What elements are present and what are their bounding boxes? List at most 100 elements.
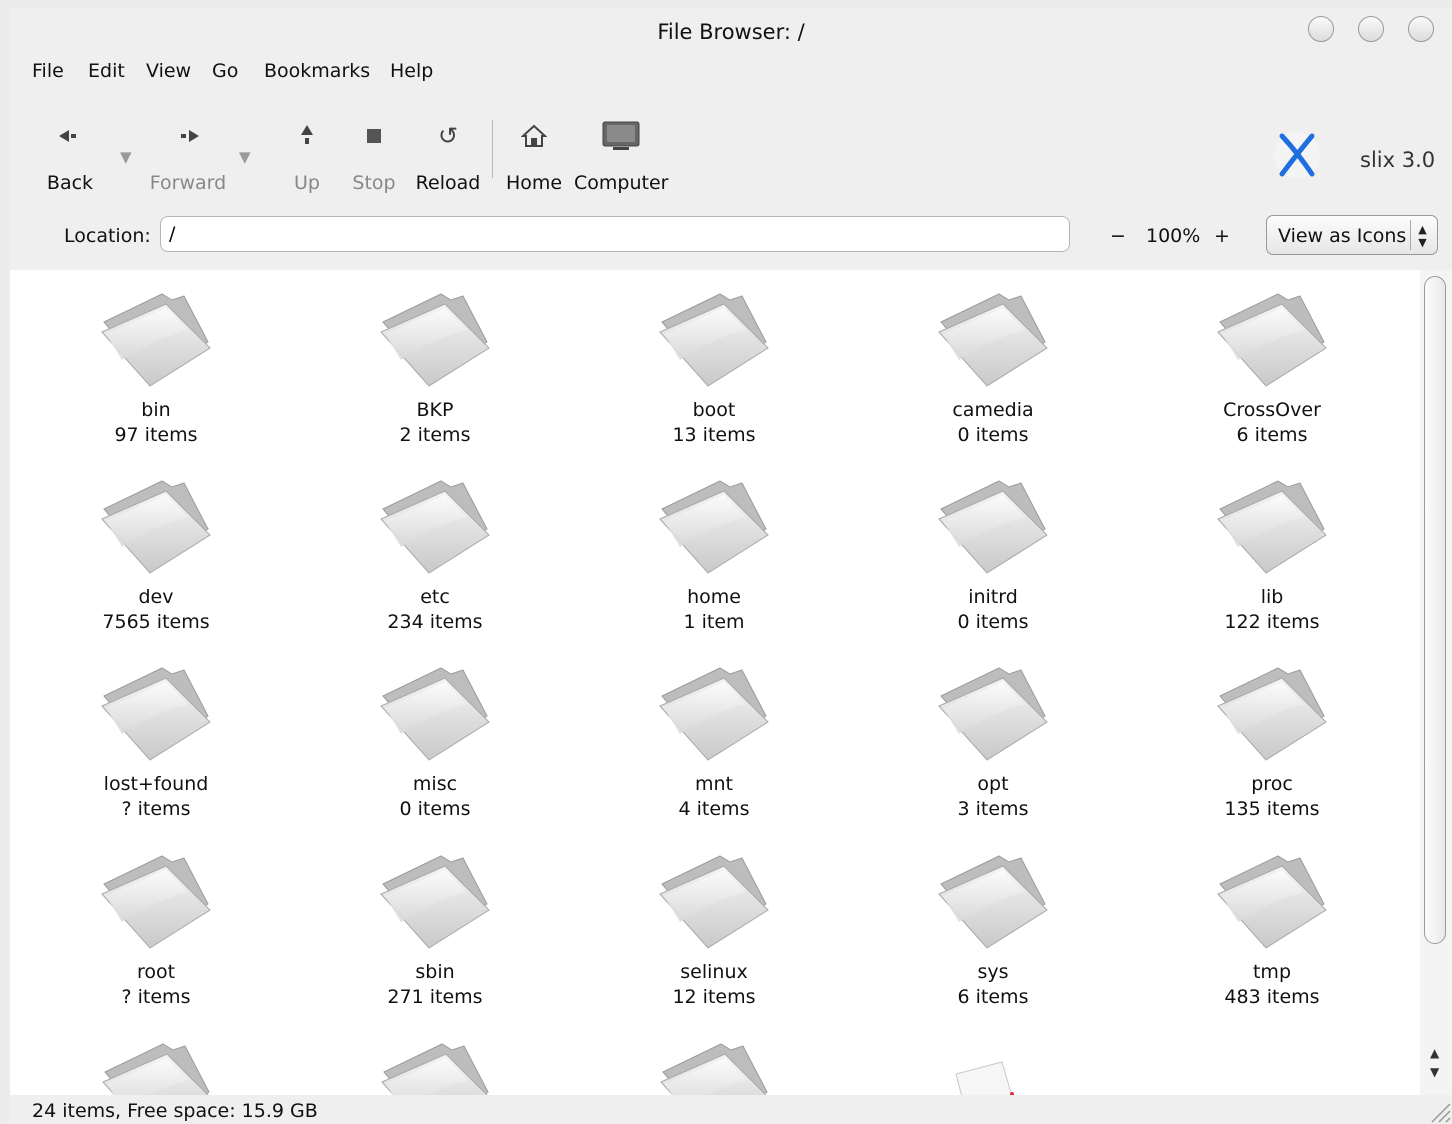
vertical-scrollbar[interactable]: ▲ ▼ <box>1420 270 1452 1095</box>
folder-item-count: 135 items <box>1224 798 1320 820</box>
folder-item[interactable]: etc 234 items <box>325 473 545 635</box>
folder-icon <box>933 848 1053 958</box>
menu-edit[interactable]: Edit <box>88 60 125 82</box>
folder-item[interactable]: proc 135 items <box>1162 660 1382 822</box>
folder-icon <box>375 473 495 583</box>
folder-name: proc <box>1251 773 1293 795</box>
folder-item[interactable]: CrossOver 6 items <box>1162 286 1382 448</box>
stop-button[interactable]: Stop <box>346 116 402 206</box>
folder-item[interactable]: selinux 12 items <box>604 848 824 1010</box>
scrollbar-thumb[interactable] <box>1424 276 1446 944</box>
location-input[interactable] <box>160 216 1070 252</box>
folder-item[interactable]: home 1 item <box>604 473 824 635</box>
folder-item[interactable]: lib 122 items <box>1162 473 1382 635</box>
folder-item[interactable]: boot 13 items <box>604 286 824 448</box>
title-bar: File Browser: / <box>10 8 1452 56</box>
folder-item-count: 12 items <box>672 986 756 1008</box>
back-button[interactable]: Back <box>32 116 108 206</box>
folder-item-count: 234 items <box>387 611 483 633</box>
folder-name: opt <box>977 773 1009 795</box>
folder-name: CrossOver <box>1223 399 1321 421</box>
folder-item-count: 0 items <box>957 424 1029 446</box>
folder-name: dev <box>138 586 174 608</box>
menu-bookmarks[interactable]: Bookmarks <box>264 60 370 82</box>
folder-icon <box>654 286 774 396</box>
reload-icon: ↺ <box>437 122 459 150</box>
stop-label: Stop <box>352 172 396 194</box>
folder-item[interactable]: opt 3 items <box>883 660 1103 822</box>
window-title: File Browser: / <box>657 20 805 44</box>
menu-go[interactable]: Go <box>212 60 238 82</box>
folder-item[interactable]: bin 97 items <box>46 286 266 448</box>
forward-label: Forward <box>149 172 227 194</box>
folder-item[interactable]: sys 6 items <box>883 848 1103 1010</box>
minimize-button[interactable] <box>1308 16 1334 42</box>
folder-item-count: 7565 items <box>102 611 210 633</box>
folder-item[interactable]: root ? items <box>46 848 266 1010</box>
forward-history-dropdown[interactable]: ▼ <box>239 148 251 166</box>
file-icon-view[interactable]: bin 97 items BKP 2 items boot 13 items camedia… <box>10 270 1420 1095</box>
scroll-up-arrow-icon[interactable]: ▲ <box>1430 1046 1439 1060</box>
slix-logo-icon <box>1274 132 1320 178</box>
folder-item[interactable]: tmp 483 items <box>1162 848 1382 1010</box>
resize-grip-icon[interactable] <box>1428 1100 1452 1124</box>
folder-icon <box>654 473 774 583</box>
zoom-in-button[interactable]: + <box>1214 225 1230 247</box>
folder-item[interactable]: mnt 4 items <box>604 660 824 822</box>
folder-name: sys <box>977 961 1009 983</box>
up-button[interactable]: Up <box>282 116 332 206</box>
folder-item-count: 0 items <box>399 798 471 820</box>
folder-item[interactable]: misc 0 items <box>325 660 545 822</box>
folder-name: selinux <box>680 961 748 983</box>
folder-item-count: 6 items <box>957 986 1029 1008</box>
computer-button[interactable]: Computer <box>574 116 668 206</box>
folder-icon <box>375 660 495 770</box>
folder-name: initrd <box>968 586 1018 608</box>
menu-help[interactable]: Help <box>390 60 433 82</box>
folder-item[interactable]: sbin 271 items <box>325 848 545 1010</box>
folder-item-count: 6 items <box>1236 424 1308 446</box>
reload-label: Reload <box>415 172 481 194</box>
zoom-out-button[interactable]: − <box>1110 225 1126 247</box>
folder-item[interactable]: lost+found ? items <box>46 660 266 822</box>
zoom-level[interactable]: 100% <box>1146 225 1200 247</box>
menu-view[interactable]: View <box>146 60 191 82</box>
folder-icon <box>96 473 216 583</box>
reload-button[interactable]: ↺ Reload <box>410 116 486 206</box>
folder-item[interactable]: BKP 2 items <box>325 286 545 448</box>
folder-item[interactable]: initrd 0 items <box>883 473 1103 635</box>
location-label: Location: <box>64 225 151 247</box>
folder-name: lib <box>1260 586 1284 608</box>
folder-name: lost+found <box>103 773 209 795</box>
up-label: Up <box>294 172 320 194</box>
folder-icon[interactable] <box>376 1036 496 1095</box>
computer-monitor-icon <box>574 116 668 156</box>
folder-item[interactable]: camedia 0 items <box>883 286 1103 448</box>
close-button[interactable] <box>1408 16 1434 42</box>
stop-icon <box>346 116 402 156</box>
folder-icon <box>1212 473 1332 583</box>
folder-icon[interactable] <box>97 1036 217 1095</box>
folder-item[interactable]: dev 7565 items <box>46 473 266 635</box>
menu-file[interactable]: File <box>32 60 64 82</box>
view-mode-value: View as Icons <box>1278 225 1407 247</box>
up-arrow-icon <box>282 116 332 156</box>
folder-icon <box>375 848 495 958</box>
select-arrows-icon: ▲ ▼ <box>1410 220 1434 250</box>
folder-name: sbin <box>415 961 455 983</box>
back-history-dropdown[interactable]: ▼ <box>120 148 132 166</box>
folder-icon <box>654 848 774 958</box>
scroll-down-arrow-icon[interactable]: ▼ <box>1430 1065 1439 1079</box>
folder-item-count: 271 items <box>387 986 483 1008</box>
folder-item-count: 0 items <box>957 611 1029 633</box>
forward-button[interactable]: Forward <box>140 116 236 206</box>
folder-icon <box>375 286 495 396</box>
document-file-icon[interactable] <box>950 1060 1020 1095</box>
view-mode-select[interactable]: View as Icons ▲ ▼ <box>1266 215 1438 255</box>
folder-icon <box>654 660 774 770</box>
home-button[interactable]: Home <box>504 116 564 206</box>
home-icon <box>504 116 564 156</box>
maximize-button[interactable] <box>1358 16 1384 42</box>
folder-icon[interactable] <box>655 1036 775 1095</box>
folder-item-count: 2 items <box>399 424 471 446</box>
